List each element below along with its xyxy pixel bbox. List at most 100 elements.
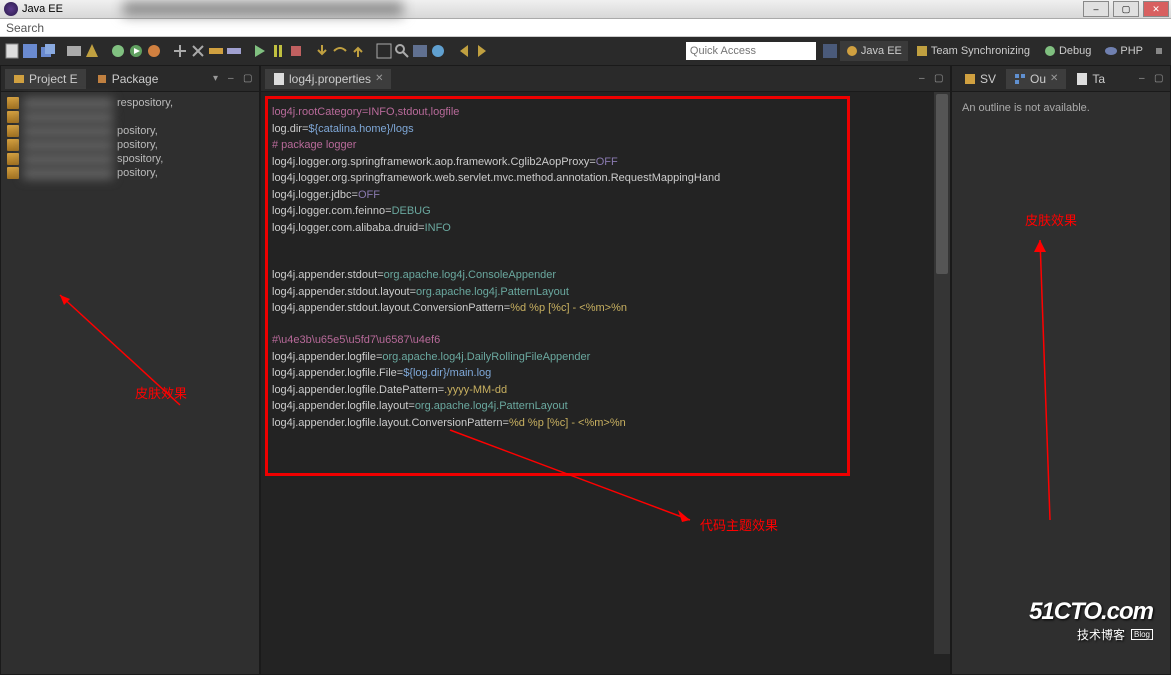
properties-file-icon bbox=[273, 73, 285, 85]
tree-suffix: pository, bbox=[117, 139, 158, 151]
folder-icon bbox=[7, 111, 19, 123]
perspective-team[interactable]: Team Synchronizing bbox=[910, 41, 1036, 61]
project-explorer-icon bbox=[13, 73, 25, 85]
menu-search[interactable]: Search bbox=[6, 21, 44, 35]
tab-package-explorer[interactable]: Package bbox=[88, 69, 167, 89]
open-type-icon[interactable] bbox=[376, 43, 392, 59]
php-icon bbox=[1105, 45, 1117, 57]
debug-icon[interactable] bbox=[110, 43, 126, 59]
tab-project-explorer[interactable]: Project E bbox=[5, 69, 86, 89]
new-icon[interactable] bbox=[4, 43, 20, 59]
step-over-icon[interactable] bbox=[332, 43, 348, 59]
perspective-label: Team Synchronizing bbox=[931, 45, 1030, 57]
run-icon[interactable] bbox=[128, 43, 144, 59]
maximize-button[interactable]: ▢ bbox=[1113, 1, 1139, 17]
watermark: 51CTO.com 技术博客 Blog bbox=[1029, 598, 1153, 643]
folder-icon bbox=[7, 97, 19, 109]
browser-icon[interactable] bbox=[430, 43, 446, 59]
code-content[interactable]: log4j.rootCategory=INFO,stdout,logfile l… bbox=[265, 96, 850, 476]
tree-suffix: pository, bbox=[117, 167, 158, 179]
minimize-view-icon[interactable]: – bbox=[228, 73, 240, 85]
print-icon[interactable] bbox=[66, 43, 82, 59]
right-min-icon[interactable]: – bbox=[1139, 73, 1151, 85]
close-button[interactable]: ✕ bbox=[1143, 1, 1169, 17]
tab-tasks[interactable]: Ta bbox=[1068, 69, 1113, 89]
watermark-logo: 51CTO.com bbox=[1029, 598, 1153, 626]
tree-item[interactable] bbox=[7, 110, 253, 124]
blurred-name bbox=[23, 126, 113, 137]
left-tabrow: Project E Package ▾ – ▢ bbox=[1, 66, 259, 92]
link1-icon[interactable] bbox=[172, 43, 188, 59]
stop-icon[interactable] bbox=[288, 43, 304, 59]
quick-access-input[interactable] bbox=[686, 42, 816, 60]
tab-label: Project E bbox=[29, 72, 78, 86]
editor-maximize-icon[interactable]: ▢ bbox=[934, 73, 946, 85]
tree-suffix: pository, bbox=[117, 125, 158, 137]
open-perspective-icon[interactable] bbox=[822, 43, 838, 59]
tree-suffix: respository, bbox=[117, 97, 173, 109]
tree-item[interactable]: spository, bbox=[7, 152, 253, 166]
save-all-icon[interactable] bbox=[40, 43, 56, 59]
code-editor[interactable]: log4j.rootCategory=INFO,stdout,logfile l… bbox=[261, 92, 950, 674]
perspective-switcher: Java EE Team Synchronizing Debug PHP bbox=[822, 41, 1167, 61]
toggle-icon[interactable] bbox=[412, 43, 428, 59]
project-tree[interactable]: respository,pository,pository,spository,… bbox=[1, 92, 259, 184]
outline-message: An outline is not available. bbox=[962, 102, 1090, 114]
outline-icon bbox=[1014, 73, 1026, 85]
step-return-icon[interactable] bbox=[350, 43, 366, 59]
right-tabrow: SV Ou ✕ Ta – ▢ bbox=[952, 66, 1170, 92]
workspace: Project E Package ▾ – ▢ respository, posi… bbox=[0, 65, 1171, 675]
folder-icon bbox=[7, 153, 19, 165]
search-icon[interactable] bbox=[394, 43, 410, 59]
menubar[interactable]: Search bbox=[0, 19, 1171, 37]
perspective-javaee[interactable]: Java EE bbox=[840, 41, 908, 61]
back-icon[interactable] bbox=[456, 43, 472, 59]
tab-label: SV bbox=[980, 72, 996, 86]
save-icon[interactable] bbox=[22, 43, 38, 59]
package-icon bbox=[96, 73, 108, 85]
blurred-name bbox=[23, 112, 113, 123]
minimize-button[interactable]: – bbox=[1083, 1, 1109, 17]
forward-icon[interactable] bbox=[474, 43, 490, 59]
watermark-tag: Blog bbox=[1131, 629, 1153, 640]
editor-tab-log4j[interactable]: log4j.properties ✕ bbox=[265, 69, 391, 89]
watermark-text: 技术博客 bbox=[1077, 626, 1125, 643]
step-into-icon[interactable] bbox=[314, 43, 330, 59]
javaee-icon bbox=[846, 45, 858, 57]
tab-label: Package bbox=[112, 72, 159, 86]
resume-icon[interactable] bbox=[252, 43, 268, 59]
editor-minimize-icon[interactable]: – bbox=[919, 73, 931, 85]
editor-panel: log4j.properties ✕ – ▢ log4j.rootCategor… bbox=[260, 65, 951, 675]
tree-item[interactable]: pository, bbox=[7, 166, 253, 180]
server-icon[interactable] bbox=[208, 43, 224, 59]
tab-outline[interactable]: Ou ✕ bbox=[1006, 69, 1066, 89]
window-title: Java EE bbox=[22, 3, 63, 15]
perspective-php[interactable]: PHP bbox=[1099, 41, 1149, 61]
tab-label: Ou bbox=[1030, 72, 1046, 86]
editor-scrollbar[interactable] bbox=[934, 92, 950, 654]
scrollbar-thumb[interactable] bbox=[936, 94, 948, 274]
perspective-label: PHP bbox=[1120, 45, 1143, 57]
run-ext-icon[interactable] bbox=[146, 43, 162, 59]
tree-item[interactable]: pository, bbox=[7, 138, 253, 152]
view-menu-icon[interactable]: ▾ bbox=[213, 73, 225, 85]
link2-icon[interactable] bbox=[190, 43, 206, 59]
blurred-name bbox=[23, 98, 113, 109]
blurred-title bbox=[123, 2, 403, 16]
eclipse-icon bbox=[4, 2, 18, 16]
persp-more-icon[interactable] bbox=[1151, 43, 1167, 59]
perspective-debug[interactable]: Debug bbox=[1038, 41, 1097, 61]
project-explorer-panel: Project E Package ▾ – ▢ respository, posi… bbox=[0, 65, 260, 675]
close-tab-icon[interactable]: ✕ bbox=[375, 73, 383, 84]
close-outline-icon[interactable]: ✕ bbox=[1050, 73, 1058, 84]
pause-icon[interactable] bbox=[270, 43, 286, 59]
right-max-icon[interactable]: ▢ bbox=[1154, 73, 1166, 85]
tree-item[interactable]: respository, bbox=[7, 96, 253, 110]
perspective-label: Java EE bbox=[861, 45, 902, 57]
tree-item[interactable]: pository, bbox=[7, 124, 253, 138]
build-icon[interactable] bbox=[84, 43, 100, 59]
tab-sv[interactable]: SV bbox=[956, 69, 1004, 89]
new-server-icon[interactable] bbox=[226, 43, 242, 59]
maximize-view-icon[interactable]: ▢ bbox=[243, 73, 255, 85]
window-titlebar: Java EE – ▢ ✕ bbox=[0, 0, 1171, 19]
